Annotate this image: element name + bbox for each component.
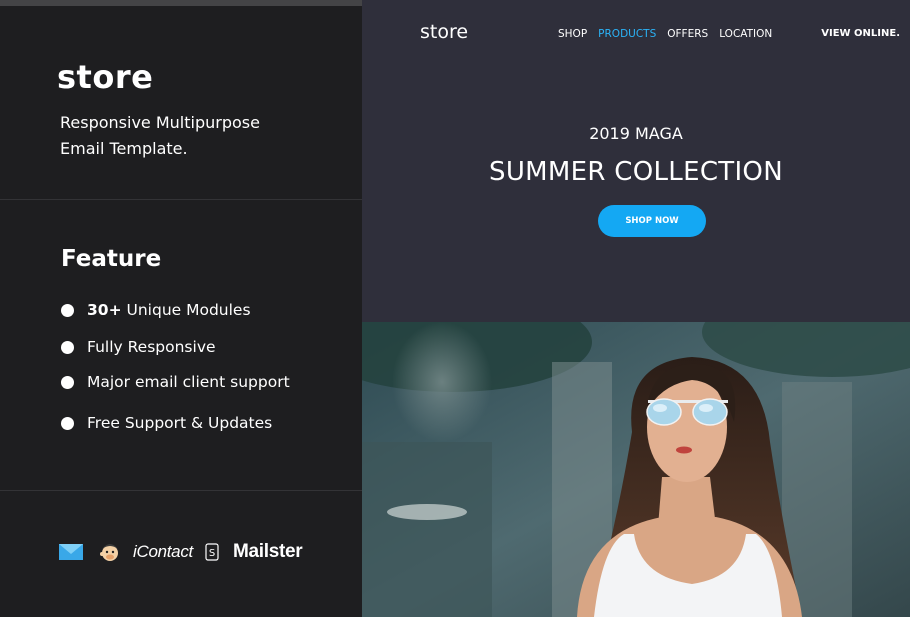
hero-eyebrow: 2019 MAGA — [589, 124, 683, 143]
feature-item: Fully Responsive — [61, 335, 290, 360]
preview-brand: store — [420, 21, 469, 43]
feature-item: 30+ Unique Modules — [61, 298, 290, 323]
compatible-logos: iContact S Mailster — [59, 538, 303, 566]
feature-item: Free Support & Updates — [61, 411, 290, 436]
tagline: Responsive Multipurpose Email Template. — [60, 110, 320, 162]
svg-text:S: S — [209, 548, 215, 559]
divider — [0, 199, 362, 200]
campaign-monitor-icon — [59, 544, 83, 560]
info-panel: store Responsive Multipurpose Email Temp… — [0, 0, 362, 617]
bullet-icon — [61, 417, 74, 430]
feature-heading: Feature — [61, 246, 162, 272]
bullet-icon — [61, 341, 74, 354]
sendy-icon: S — [205, 543, 219, 561]
feature-list: 30+ Unique Modules Fully Responsive Majo… — [61, 298, 290, 436]
mailster-logo: Mailster — [232, 541, 303, 562]
divider — [0, 490, 362, 491]
page: store Responsive Multipurpose Email Temp… — [0, 0, 910, 617]
feature-text: Unique Modules — [126, 301, 251, 319]
tagline-line-2: Email Template. — [60, 139, 188, 158]
hero-photo — [362, 322, 910, 617]
hero-headline: SUMMER COLLECTION — [489, 157, 783, 187]
tagline-line-1: Responsive Multipurpose — [60, 113, 260, 132]
hero-banner: store SHOP PRODUCTS OFFERS LOCATION VIEW… — [362, 0, 910, 322]
nav-offers[interactable]: OFFERS — [667, 28, 708, 40]
top-strip — [0, 0, 362, 6]
nav-location[interactable]: LOCATION — [719, 28, 772, 40]
mailchimp-icon — [100, 544, 118, 561]
preview-nav: SHOP PRODUCTS OFFERS LOCATION — [558, 28, 783, 40]
nav-products[interactable]: PRODUCTS — [598, 28, 656, 40]
feature-text: Fully Responsive — [87, 338, 216, 356]
feature-text: Major email client support — [87, 373, 290, 391]
shop-now-button[interactable]: SHOP NOW — [598, 205, 706, 237]
model-photo-image — [362, 322, 910, 617]
brand-title: store — [57, 58, 154, 96]
bullet-icon — [61, 304, 74, 317]
view-online-link[interactable]: VIEW ONLINE. — [821, 28, 900, 39]
email-preview: store SHOP PRODUCTS OFFERS LOCATION VIEW… — [362, 0, 910, 617]
bullet-icon — [61, 376, 74, 389]
feature-text: Free Support & Updates — [87, 414, 273, 432]
feature-count: 30+ — [87, 301, 122, 319]
nav-shop[interactable]: SHOP — [558, 28, 587, 40]
feature-item: Major email client support — [61, 370, 290, 395]
icontact-logo: iContact — [133, 542, 193, 561]
